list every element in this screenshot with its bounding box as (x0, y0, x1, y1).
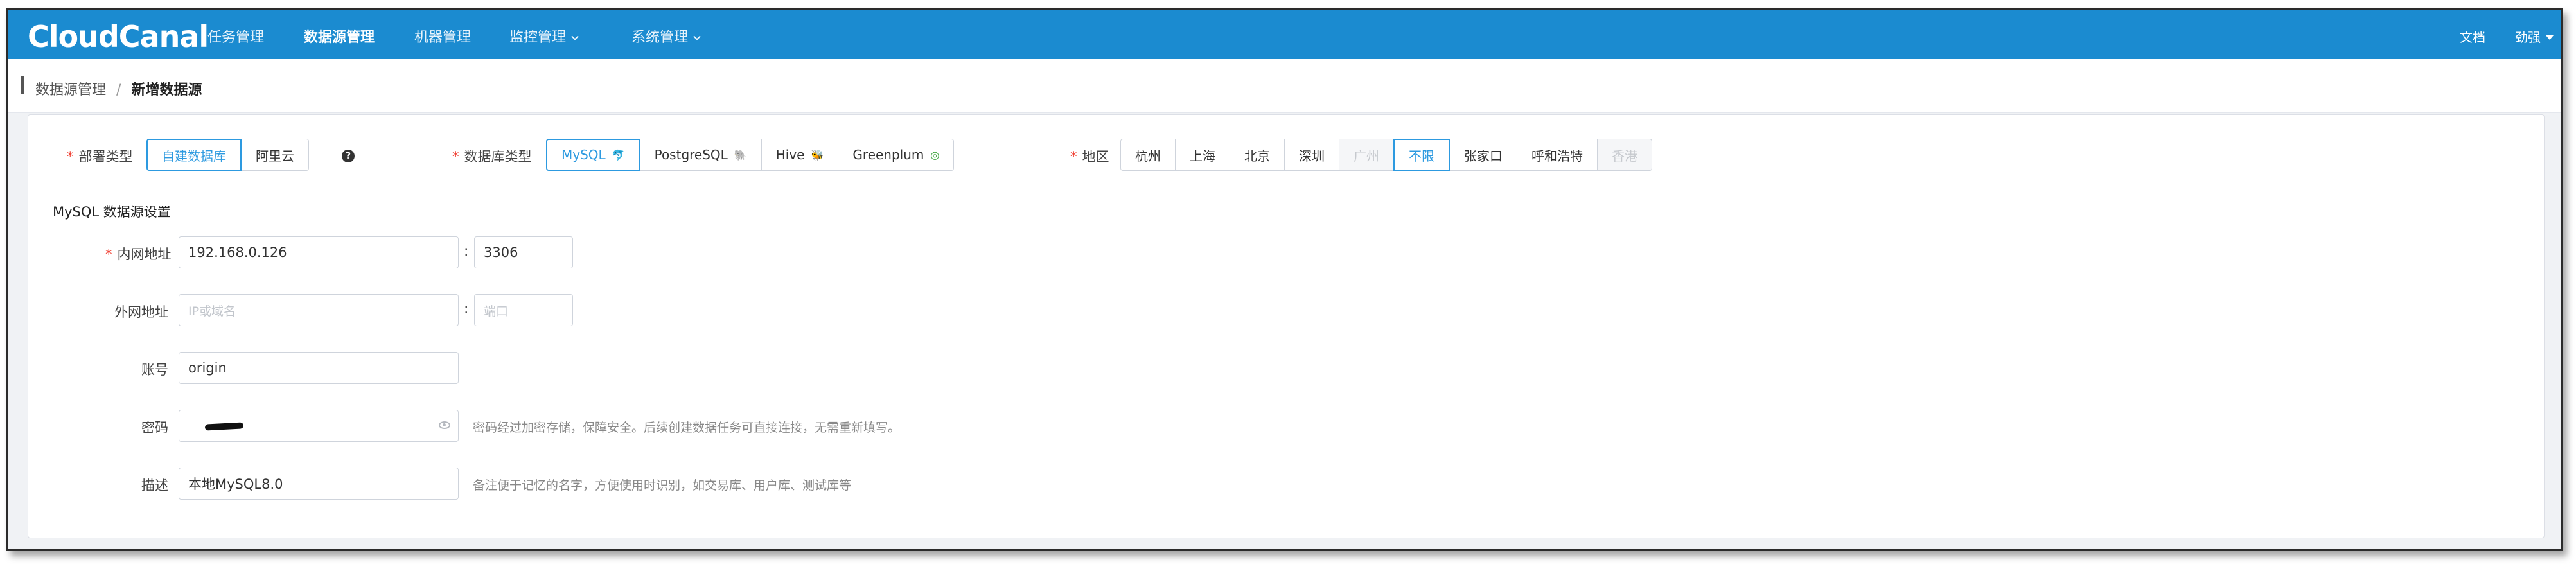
top-navbar: CloudCanal 任务管理 数据源管理 机器管理 监控管理 系统管理 文档 … (8, 10, 2561, 59)
datasource-form-card: * 部署类型 自建数据库 阿里云 ? * 数据库类型 MySQL 🐬 PostgreS… (28, 114, 2545, 538)
description-label: 描述 (141, 478, 168, 493)
region-option-hangzhou[interactable]: 杭州 (1120, 139, 1176, 171)
description-hint: 备注便于记忆的名字，方便使用时识别，如交易库、用户库、测试库等 (473, 478, 852, 493)
internal-address-label-text: 内网地址 (117, 247, 172, 262)
internal-host-input[interactable]: 192.168.0.126 (179, 236, 459, 268)
region-option-hongkong: 香港 (1597, 139, 1652, 171)
account-label: 账号 (141, 362, 168, 378)
chevron-down-icon (693, 33, 701, 40)
region-option-huhehaote[interactable]: 呼和浩特 (1517, 139, 1598, 171)
caret-down-icon (2546, 35, 2554, 40)
breadcrumb: 数据源管理 / 新增数据源 (35, 78, 202, 99)
breadcrumb-bar: 数据源管理 / 新增数据源 (8, 59, 2561, 113)
region-label-text: 地区 (1082, 149, 1109, 164)
app-window: CloudCanal 任务管理 数据源管理 机器管理 监控管理 系统管理 文档 … (6, 8, 2563, 551)
nav-item-system-label: 系统管理 (631, 30, 689, 46)
db-option-greenplum-label: Greenplum (852, 147, 924, 162)
host-port-colon: : (464, 243, 469, 259)
password-input[interactable] (179, 410, 459, 442)
deploy-option-selfhosted[interactable]: 自建数据库 (146, 139, 242, 171)
deploy-type-label-text: 部署类型 (78, 149, 133, 164)
db-option-hive-label: Hive (775, 147, 805, 162)
nav-item-monitoring[interactable]: 监控管理 (509, 26, 579, 46)
breadcrumb-separator: / (116, 82, 121, 98)
password-label: 密码 (141, 420, 168, 435)
user-name: 劲强 (2515, 30, 2541, 45)
nav-item-datasources[interactable]: 数据源管理 (304, 26, 375, 46)
region-group: 杭州 上海 北京 深圳 广州 不限 张家口 呼和浩特 香港 (1120, 139, 1652, 171)
internal-port-input[interactable]: 3306 (474, 236, 573, 268)
external-host-input[interactable]: IP或域名 (179, 294, 459, 326)
section-title: MySQL 数据源设置 (53, 204, 171, 220)
docs-link[interactable]: 文档 (2460, 27, 2485, 46)
deploy-option-aliyun[interactable]: 阿里云 (241, 139, 309, 171)
help-icon[interactable]: ? (342, 150, 355, 162)
nav-item-monitoring-label: 监控管理 (509, 30, 567, 46)
postgres-elephant-icon: 🐘 (734, 148, 747, 161)
breadcrumb-accent (21, 76, 24, 94)
password-masked-value (204, 422, 244, 431)
hive-bee-icon: 🐝 (811, 148, 824, 161)
password-hint: 密码经过加密存储，保障安全。后续创建数据任务可直接连接，无需重新填写。 (473, 421, 901, 435)
region-label: * 地区 (1070, 146, 1109, 166)
user-menu[interactable]: 劲强 (2515, 27, 2554, 46)
db-type-label: * 数据库类型 (452, 146, 532, 166)
mysql-dolphin-icon: 🐬 (612, 148, 625, 161)
db-option-postgresql[interactable]: PostgreSQL 🐘 (639, 139, 762, 171)
region-option-guangzhou: 广州 (1339, 139, 1394, 171)
required-marker: * (1070, 149, 1077, 164)
db-option-mysql[interactable]: MySQL 🐬 (546, 139, 640, 171)
region-option-unlimited[interactable]: 不限 (1393, 139, 1450, 171)
nav-item-machines[interactable]: 机器管理 (414, 26, 471, 46)
deploy-type-group: 自建数据库 阿里云 (146, 139, 309, 171)
nav-item-tasks[interactable]: 任务管理 (207, 26, 264, 46)
db-type-group: MySQL 🐬 PostgreSQL 🐘 Hive 🐝 Greenplum ◎ (546, 139, 955, 171)
db-option-postgresql-label: PostgreSQL (654, 147, 728, 162)
required-marker: * (105, 247, 112, 262)
breadcrumb-parent[interactable]: 数据源管理 (35, 82, 106, 98)
description-input[interactable]: 本地MySQL8.0 (179, 468, 459, 500)
db-option-greenplum[interactable]: Greenplum ◎ (838, 139, 955, 171)
db-option-hive[interactable]: Hive 🐝 (761, 139, 839, 171)
db-option-mysql-label: MySQL (561, 147, 606, 162)
region-option-zhangjiakou[interactable]: 张家口 (1449, 139, 1517, 171)
region-option-shenzhen[interactable]: 深圳 (1284, 139, 1339, 171)
account-input[interactable]: origin (179, 352, 459, 384)
nav-item-system[interactable]: 系统管理 (631, 26, 701, 46)
greenplum-icon: ◎ (930, 148, 940, 161)
eye-icon[interactable] (439, 421, 450, 429)
required-marker: * (452, 149, 459, 164)
host-port-colon: : (464, 301, 469, 317)
external-address-label: 外网地址 (114, 304, 168, 320)
chevron-down-icon (571, 33, 579, 40)
internal-address-label: * 内网地址 (105, 244, 172, 263)
deploy-type-label: * 部署类型 (67, 146, 133, 166)
region-option-beijing[interactable]: 北京 (1230, 139, 1285, 171)
breadcrumb-current: 新增数据源 (131, 82, 202, 98)
app-logo[interactable]: CloudCanal (28, 19, 209, 54)
region-option-shanghai[interactable]: 上海 (1175, 139, 1230, 171)
db-type-label-text: 数据库类型 (464, 149, 532, 164)
external-port-input[interactable]: 端口 (474, 294, 573, 326)
required-marker: * (67, 149, 74, 164)
